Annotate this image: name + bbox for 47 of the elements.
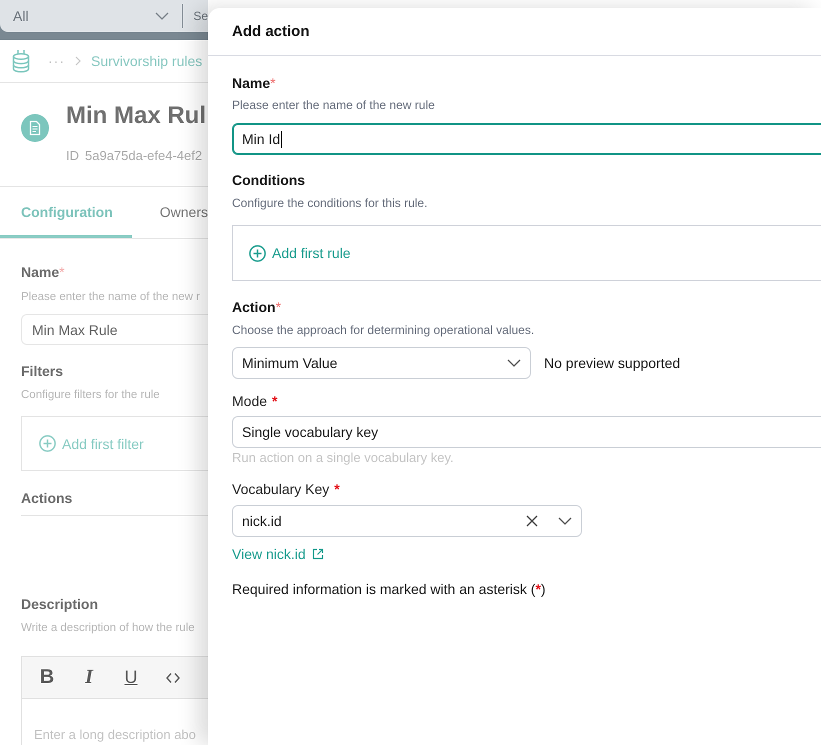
vocabulary-key-select[interactable]: nick.id: [232, 505, 582, 537]
chevron-down-icon: [507, 359, 521, 367]
field-hint: Choose the approach for determining operational values.: [232, 322, 536, 338]
action-select[interactable]: Minimum Value: [232, 347, 531, 379]
code-icon: [166, 672, 180, 684]
chevron-right-icon: [75, 56, 81, 66]
name-input[interactable]: Min Max Rule: [21, 314, 208, 345]
rule-title: Min Max Rul: [66, 101, 206, 131]
field-label: Name*: [21, 263, 66, 282]
close-icon[interactable]: [526, 515, 538, 527]
field-label: Vocabulary Key *: [232, 480, 341, 499]
required-note: Required information is marked with an asterisk (*): [232, 580, 547, 598]
external-link-icon: [312, 548, 324, 560]
field-label: Actions: [21, 489, 74, 508]
plus-circle-icon: [39, 435, 56, 452]
field-hint: Configure filters for the rule: [21, 388, 161, 403]
search-field[interactable]: Se: [193, 9, 208, 23]
database-icon: [12, 49, 30, 73]
add-rule-button[interactable]: Add first rule: [249, 244, 351, 262]
italic-button[interactable]: I: [68, 662, 110, 692]
field-hint: Write a description of how the rule: [21, 621, 196, 636]
field-label: Mode *: [232, 392, 278, 411]
mode-input[interactable]: Single vocabulary key: [232, 416, 821, 448]
rule-id-value: 5a9a75da-efe4-4ef2: [85, 147, 202, 165]
field-hint: Run action on a single vocabulary key.: [232, 449, 455, 467]
drawer-title: Add action: [232, 23, 310, 40]
chevron-down-icon: [558, 517, 572, 525]
plus-circle-icon: [249, 244, 266, 262]
underline-button[interactable]: U: [110, 662, 152, 692]
preview-note: No preview supported: [544, 355, 680, 371]
field-label: Conditions: [232, 171, 306, 190]
field-label: Name*: [232, 74, 277, 93]
text-cursor-icon: [281, 130, 282, 148]
bold-button[interactable]: B: [26, 662, 68, 692]
field-label: Action*: [232, 298, 282, 317]
name-input[interactable]: Min Id: [232, 123, 821, 155]
tab[interactable]: Owners: [132, 187, 208, 238]
document-icon: [21, 114, 49, 142]
field-hint: Configure the conditions for this rule.: [232, 195, 428, 211]
rule-id-label: ID: [66, 147, 79, 165]
field-label: Filters: [21, 362, 64, 381]
chevron-down-icon: [155, 12, 170, 20]
field-hint: Please enter the name of the new rule: [232, 97, 436, 113]
view-link[interactable]: View nick.id: [232, 545, 324, 563]
field-hint: Please enter the name of the new r: [21, 290, 201, 305]
field-label: Description: [21, 595, 100, 614]
scope-select[interactable]: All: [0, 8, 170, 24]
